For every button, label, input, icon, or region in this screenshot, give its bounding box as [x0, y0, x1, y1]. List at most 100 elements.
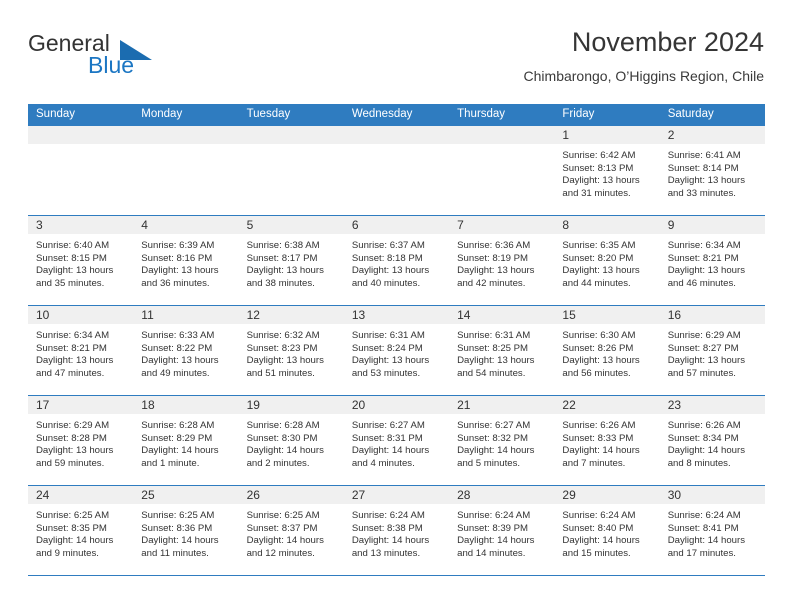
calendar-day-cell[interactable]: 26 Sunrise: 6:25 AM Sunset: 8:37 PM Dayligh…	[238, 486, 344, 575]
day-number-band: 7	[449, 216, 555, 235]
day-number-band: 26	[238, 486, 344, 505]
daylight-text: Daylight: 13 hours and 42 minutes.	[457, 265, 535, 289]
day-number-band: 20	[343, 396, 450, 415]
calendar-day-cell[interactable]: 23 Sunrise: 6:26 AM Sunset: 8:34 PM Dayligh…	[659, 396, 765, 485]
sunset-text: Sunset: 8:13 PM	[562, 162, 634, 174]
daylight-text: Daylight: 13 hours and 47 minutes.	[36, 355, 114, 379]
day-number-band: 12	[238, 306, 344, 325]
daylight-text: Daylight: 13 hours and 38 minutes.	[246, 265, 324, 289]
day-sun-info: Sunrise: 6:42 AM Sunset: 8:13 PM Daylight:…	[554, 145, 659, 200]
day-number-band: 30	[659, 486, 765, 505]
calendar-day-cell[interactable]: 7 Sunrise: 6:36 AM Sunset: 8:19 PM Daylight…	[449, 216, 555, 305]
day-sun-info: Sunrise: 6:28 AM Sunset: 8:30 PM Daylight:…	[239, 415, 344, 470]
calendar-day-cell[interactable]: 3 Sunrise: 6:40 AM Sunset: 8:15 PM Daylight…	[28, 216, 134, 305]
sunrise-text: Sunrise: 6:32 AM	[246, 330, 320, 341]
sunrise-text: Sunrise: 6:31 AM	[457, 330, 531, 341]
calendar-weeks: 1 Sunrise: 6:42 AM Sunset: 8:13 PM Daylight…	[28, 125, 765, 576]
day-sun-info: Sunrise: 6:26 AM Sunset: 8:34 PM Daylight:…	[660, 415, 765, 470]
day-sun-info: Sunrise: 6:27 AM Sunset: 8:31 PM Daylight:…	[344, 415, 449, 470]
sunrise-text: Sunrise: 6:24 AM	[667, 510, 741, 521]
calendar-day-cell[interactable]: 12 Sunrise: 6:32 AM Sunset: 8:23 PM Dayligh…	[238, 306, 344, 395]
calendar-day-cell[interactable]: 19 Sunrise: 6:28 AM Sunset: 8:30 PM Dayligh…	[238, 396, 344, 485]
calendar-day-cell[interactable]: 14 Sunrise: 6:31 AM Sunset: 8:25 PM Dayligh…	[449, 306, 555, 395]
day-sun-info: Sunrise: 6:38 AM Sunset: 8:17 PM Daylight:…	[239, 235, 344, 290]
day-number: 15	[562, 308, 576, 322]
calendar-day-cell[interactable]: 11 Sunrise: 6:33 AM Sunset: 8:22 PM Dayligh…	[133, 306, 239, 395]
sunset-text: Sunset: 8:21 PM	[36, 342, 107, 354]
sunset-text: Sunset: 8:21 PM	[667, 252, 739, 264]
day-number-band: 2	[659, 126, 765, 145]
daylight-text: Daylight: 13 hours and 59 minutes.	[36, 445, 114, 469]
calendar-day-cell[interactable]: 2 Sunrise: 6:41 AM Sunset: 8:14 PM Daylight…	[659, 126, 765, 215]
day-sun-info: Sunrise: 6:24 AM Sunset: 8:38 PM Daylight:…	[344, 505, 449, 560]
calendar-day-cell[interactable]: 20 Sunrise: 6:27 AM Sunset: 8:31 PM Dayligh…	[343, 396, 450, 485]
day-number-band: 28	[449, 486, 555, 505]
day-number-band: 22	[554, 396, 660, 415]
day-number: 9	[667, 218, 675, 232]
day-sun-info: Sunrise: 6:31 AM Sunset: 8:24 PM Daylight:…	[344, 325, 449, 380]
daylight-text: Daylight: 14 hours and 8 minutes.	[667, 445, 746, 469]
day-sun-info: Sunrise: 6:25 AM Sunset: 8:37 PM Daylight:…	[239, 505, 344, 560]
daylight-text: Daylight: 13 hours and 31 minutes.	[562, 175, 640, 199]
day-number-band	[28, 126, 134, 145]
calendar-day-cell[interactable]: 9 Sunrise: 6:34 AM Sunset: 8:21 PM Daylight…	[659, 216, 765, 305]
calendar-day-cell[interactable]: 24 Sunrise: 6:25 AM Sunset: 8:35 PM Dayligh…	[28, 486, 134, 575]
sunrise-text: Sunrise: 6:34 AM	[667, 240, 741, 251]
day-sun-info: Sunrise: 6:29 AM Sunset: 8:28 PM Daylight:…	[28, 415, 133, 470]
sunrise-text: Sunrise: 6:38 AM	[246, 240, 320, 251]
day-sun-info: Sunrise: 6:25 AM Sunset: 8:36 PM Daylight:…	[133, 505, 238, 560]
calendar-day-cell[interactable]: 27 Sunrise: 6:24 AM Sunset: 8:38 PM Dayligh…	[343, 486, 450, 575]
calendar-day-cell[interactable]: 21 Sunrise: 6:27 AM Sunset: 8:32 PM Dayligh…	[449, 396, 555, 485]
day-number: 3	[36, 218, 43, 232]
day-number-band: 17	[28, 396, 134, 415]
daylight-text: Daylight: 13 hours and 46 minutes.	[667, 265, 746, 289]
calendar-day-cell[interactable]: 29 Sunrise: 6:24 AM Sunset: 8:40 PM Dayligh…	[554, 486, 660, 575]
day-sun-info: Sunrise: 6:24 AM Sunset: 8:40 PM Daylight:…	[554, 505, 659, 560]
calendar-day-cell[interactable]: 6 Sunrise: 6:37 AM Sunset: 8:18 PM Daylight…	[343, 216, 450, 305]
day-sun-info: Sunrise: 6:34 AM Sunset: 8:21 PM Daylight:…	[28, 325, 133, 380]
calendar-day-cell[interactable]: 4 Sunrise: 6:39 AM Sunset: 8:16 PM Daylight…	[133, 216, 239, 305]
day-number-band: 8	[554, 216, 660, 235]
calendar-day-cell[interactable]: 15 Sunrise: 6:30 AM Sunset: 8:26 PM Dayligh…	[554, 306, 660, 395]
day-number-band	[133, 126, 239, 145]
sunset-text: Sunset: 8:24 PM	[351, 342, 423, 354]
weekday-header-sunday: Sunday	[36, 108, 76, 120]
day-number-band: 5	[238, 216, 344, 235]
calendar-day-cell[interactable]: 17 Sunrise: 6:29 AM Sunset: 8:28 PM Dayligh…	[28, 396, 134, 485]
calendar-day-cell[interactable]: 5 Sunrise: 6:38 AM Sunset: 8:17 PM Daylight…	[238, 216, 344, 305]
sunrise-text: Sunrise: 6:34 AM	[36, 330, 110, 341]
calendar-day-cell[interactable]: 16 Sunrise: 6:29 AM Sunset: 8:27 PM Dayligh…	[659, 306, 765, 395]
day-number: 27	[351, 488, 366, 502]
daylight-text: Daylight: 13 hours and 40 minutes.	[351, 265, 430, 289]
day-number: 16	[667, 308, 682, 322]
day-sun-info: Sunrise: 6:24 AM Sunset: 8:39 PM Daylight:…	[449, 505, 554, 560]
day-number: 19	[246, 398, 260, 412]
calendar-day-cell[interactable]: 10 Sunrise: 6:34 AM Sunset: 8:21 PM Dayligh…	[28, 306, 134, 395]
day-number: 22	[562, 398, 576, 412]
daylight-text: Daylight: 13 hours and 54 minutes.	[457, 355, 535, 379]
title-block: November 2024 Chimbarongo, O’Higgins Reg…	[524, 26, 764, 86]
page-title: November 2024	[571, 27, 764, 57]
daylight-text: Daylight: 14 hours and 13 minutes.	[351, 535, 430, 559]
sunset-text: Sunset: 8:18 PM	[351, 252, 423, 264]
calendar-day-cell[interactable]: 1 Sunrise: 6:42 AM Sunset: 8:13 PM Daylight…	[554, 126, 660, 215]
day-number: 20	[351, 398, 366, 412]
calendar-day-cell[interactable]: 13 Sunrise: 6:31 AM Sunset: 8:24 PM Dayligh…	[343, 306, 450, 395]
calendar-day-cell[interactable]: 30 Sunrise: 6:24 AM Sunset: 8:41 PM Dayligh…	[659, 486, 765, 575]
calendar-page: General Blue November 2024 Chimbarongo, …	[0, 0, 792, 612]
day-number: 7	[457, 218, 464, 232]
day-number-band: 18	[133, 396, 239, 415]
day-number-band: 4	[133, 216, 239, 235]
sunset-text: Sunset: 8:29 PM	[141, 432, 213, 444]
sunrise-text: Sunrise: 6:26 AM	[667, 420, 741, 431]
calendar-day-cell[interactable]: 18 Sunrise: 6:28 AM Sunset: 8:29 PM Dayligh…	[133, 396, 239, 485]
calendar-day-cell[interactable]: 28 Sunrise: 6:24 AM Sunset: 8:39 PM Dayligh…	[449, 486, 555, 575]
calendar-day-cell[interactable]: 8 Sunrise: 6:35 AM Sunset: 8:20 PM Daylight…	[554, 216, 660, 305]
calendar-day-cell[interactable]: 22 Sunrise: 6:26 AM Sunset: 8:33 PM Dayligh…	[554, 396, 660, 485]
sunset-text: Sunset: 8:17 PM	[246, 252, 318, 264]
page-header: General Blue November 2024 Chimbarongo, …	[28, 26, 764, 98]
day-number: 25	[141, 488, 155, 502]
calendar-day-cell[interactable]: 25 Sunrise: 6:25 AM Sunset: 8:36 PM Dayligh…	[133, 486, 239, 575]
calendar-day-cell-empty	[343, 126, 450, 215]
brand-logo[interactable]: General Blue	[28, 30, 228, 88]
